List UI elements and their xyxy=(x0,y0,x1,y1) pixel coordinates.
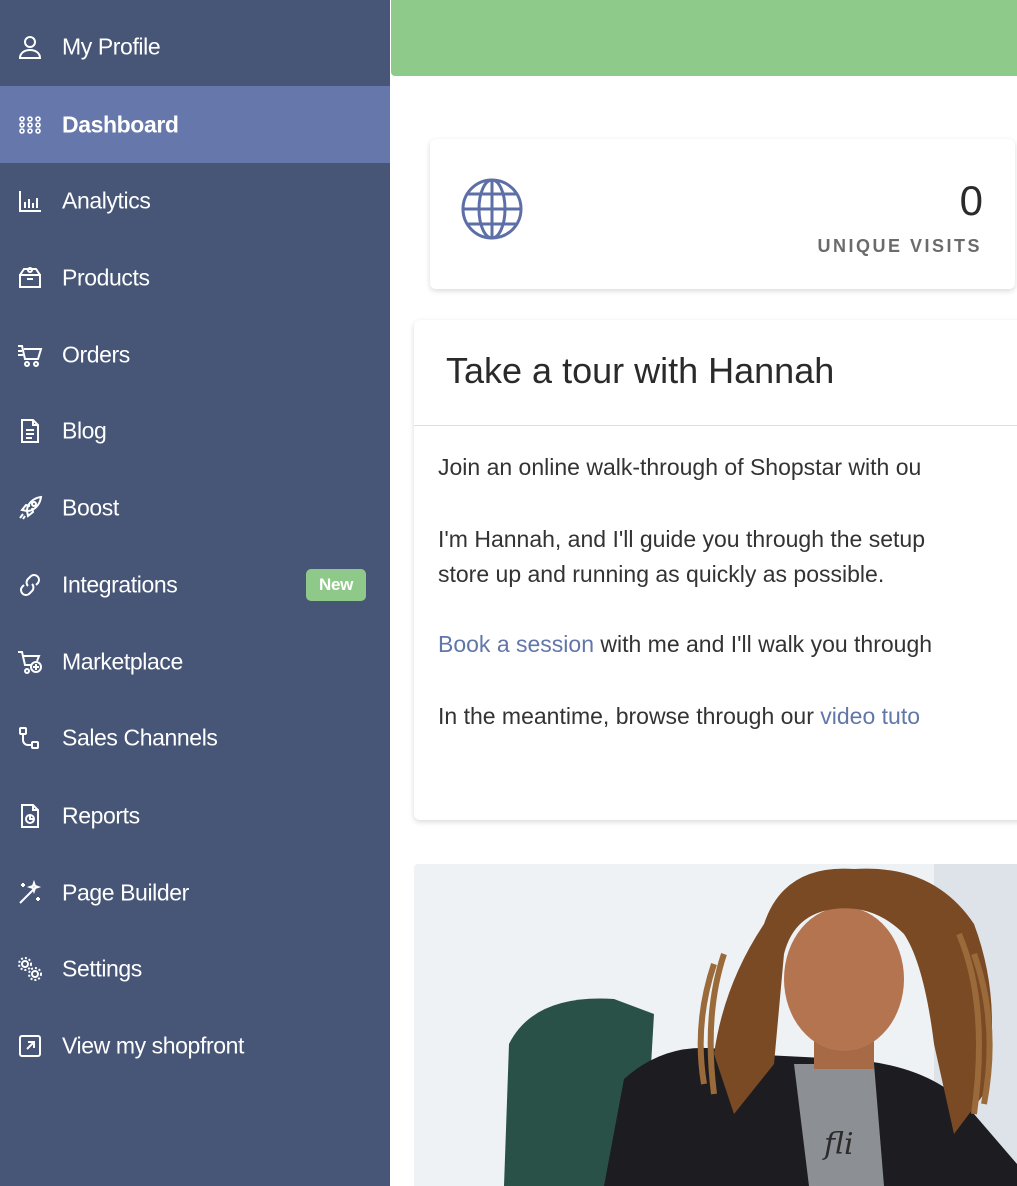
sidebar-item-boost[interactable]: Boost xyxy=(0,469,390,546)
sidebar-item-label: Page Builder xyxy=(62,879,189,905)
sidebar-item-label: Analytics xyxy=(62,187,151,213)
unique-visits-label: UNIQUE VISITS xyxy=(817,236,982,256)
sidebar-item-label: Integrations xyxy=(62,571,178,597)
tour-paragraph-2-line-1: I'm Hannah, and I'll guide you through t… xyxy=(438,526,925,552)
box-icon xyxy=(16,264,44,292)
unique-visits-card: 0 UNIQUE VISITS xyxy=(430,139,1015,289)
sidebar-item-page-builder[interactable]: Page Builder xyxy=(0,854,390,931)
report-icon xyxy=(16,802,44,830)
divider xyxy=(414,425,1017,426)
tour-paragraph-3-text: with me and I'll walk you through xyxy=(593,631,933,657)
sidebar-item-sales-channels[interactable]: Sales Channels xyxy=(0,699,390,776)
sidebar-item-label: Marketplace xyxy=(62,648,183,674)
hannah-photo: fli xyxy=(414,864,1017,1186)
tour-paragraph-3: Book a session with me and I'll walk you… xyxy=(438,627,932,662)
sidebar-item-dashboard[interactable]: Dashboard xyxy=(0,86,390,163)
user-icon xyxy=(16,33,44,61)
sidebar-item-label: My Profile xyxy=(62,33,161,59)
cart-plus-icon xyxy=(16,648,44,676)
channels-icon xyxy=(16,724,44,752)
link-icon xyxy=(16,571,44,599)
rocket-icon xyxy=(16,494,44,522)
sidebar-item-my-profile[interactable]: My Profile xyxy=(0,8,390,85)
tour-card: Take a tour with Hannah Join an online w… xyxy=(414,320,1017,820)
sidebar-item-marketplace[interactable]: Marketplace xyxy=(0,623,390,700)
tour-title: Take a tour with Hannah xyxy=(446,350,835,391)
magic-wand-icon xyxy=(16,879,44,907)
new-badge: New xyxy=(306,568,366,601)
book-session-link[interactable]: Book a session xyxy=(438,631,594,657)
sidebar-item-label: Sales Channels xyxy=(62,724,218,750)
sidebar: My Profile Dashboard Analytics Products … xyxy=(0,0,390,1186)
unique-visits-value: 0 xyxy=(959,177,983,224)
sidebar-item-label: Reports xyxy=(62,802,140,828)
tour-paragraph-4: In the meantime, browse through our vide… xyxy=(438,699,920,734)
sidebar-item-blog[interactable]: Blog xyxy=(0,392,390,469)
tour-paragraph-2-line-2: store up and running as quickly as possi… xyxy=(438,561,885,587)
sidebar-item-integrations[interactable]: Integrations New xyxy=(0,546,390,623)
tour-paragraph-4-text: In the meantime, browse through our xyxy=(438,703,821,729)
sidebar-item-analytics[interactable]: Analytics xyxy=(0,162,390,239)
grid-icon xyxy=(16,111,44,139)
sidebar-item-settings[interactable]: Settings xyxy=(0,930,390,1007)
video-tutorials-link[interactable]: video tuto xyxy=(820,703,920,729)
sidebar-item-label: Orders xyxy=(62,341,130,367)
sidebar-item-label: Blog xyxy=(62,417,107,443)
sidebar-item-label: Dashboard xyxy=(62,111,179,137)
globe-icon xyxy=(461,178,523,240)
external-link-icon xyxy=(16,1032,44,1060)
document-icon xyxy=(16,417,44,445)
hannah-photo-illustration: fli xyxy=(414,864,1017,1186)
sidebar-item-label: Products xyxy=(62,264,150,290)
tour-paragraph-1: Join an online walk-through of Shopstar … xyxy=(438,454,922,480)
sidebar-item-products[interactable]: Products xyxy=(0,239,390,316)
cart-icon xyxy=(16,341,44,369)
top-banner xyxy=(391,0,1017,76)
sidebar-item-orders[interactable]: Orders xyxy=(0,316,390,393)
gears-icon xyxy=(16,955,44,983)
sidebar-item-reports[interactable]: Reports xyxy=(0,777,390,854)
sidebar-item-label: View my shopfront xyxy=(62,1032,244,1058)
sidebar-item-view-shopfront[interactable]: View my shopfront xyxy=(0,1007,390,1084)
sidebar-item-label: Settings xyxy=(62,955,142,981)
svg-text:fli: fli xyxy=(822,1127,854,1162)
bar-chart-icon xyxy=(16,187,44,215)
sidebar-item-label: Boost xyxy=(62,494,119,520)
